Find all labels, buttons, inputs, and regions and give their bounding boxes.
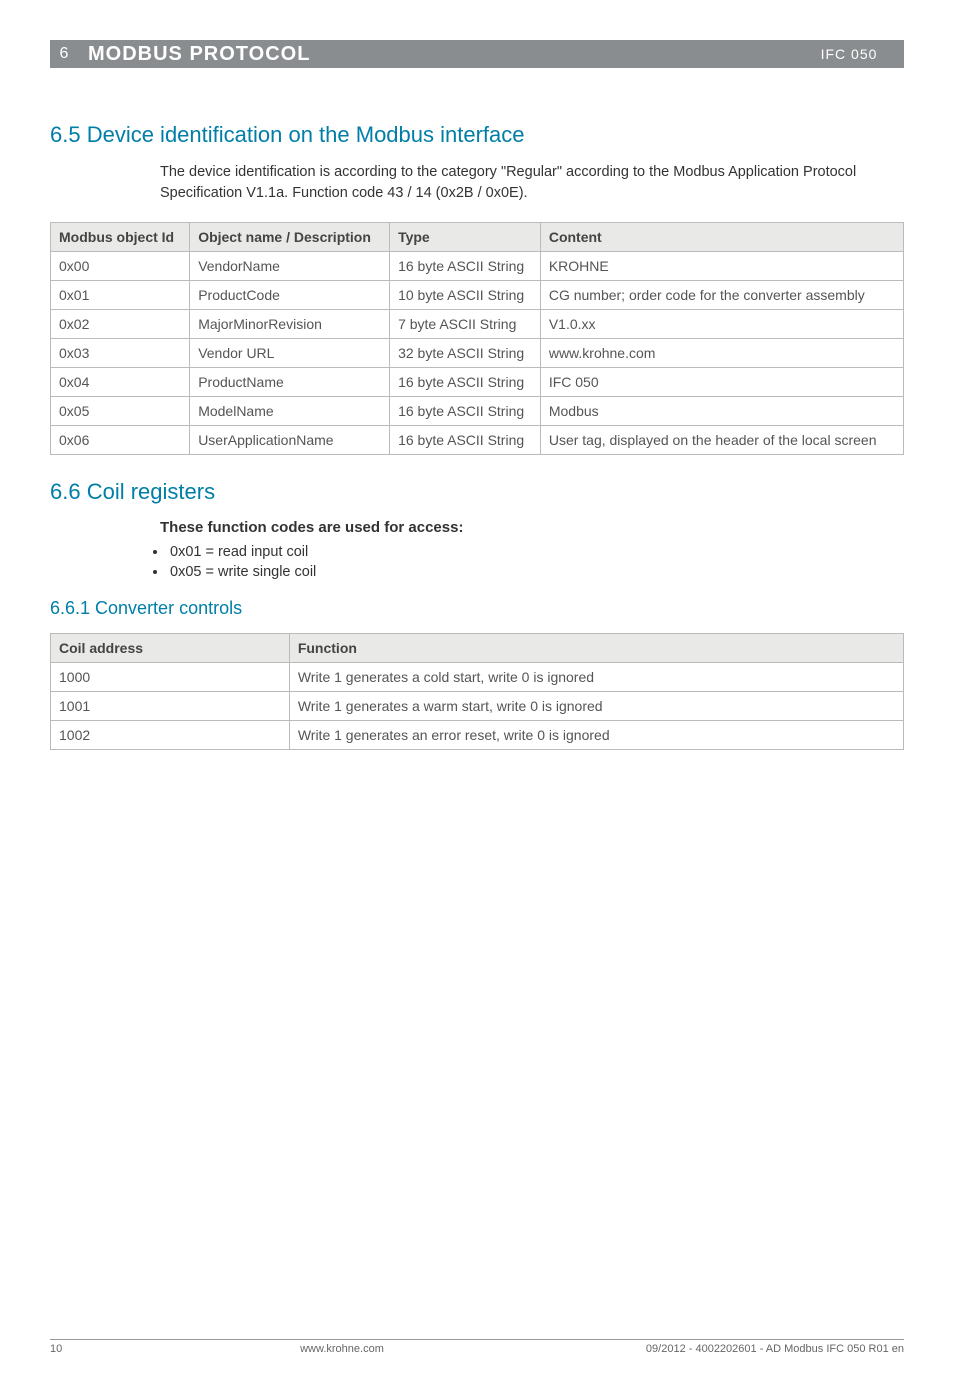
table-row: 0x01 ProductCode 10 byte ASCII String CG… — [51, 281, 904, 310]
col-modbus-id: Modbus object Id — [51, 223, 190, 252]
table-row: 0x04 ProductName 16 byte ASCII String IF… — [51, 368, 904, 397]
cell: 16 byte ASCII String — [390, 252, 541, 281]
table-row: 1000 Write 1 generates a cold start, wri… — [51, 663, 904, 692]
cell: MajorMinorRevision — [190, 310, 390, 339]
table-row: 0x06 UserApplicationName 16 byte ASCII S… — [51, 426, 904, 455]
col-content: Content — [540, 223, 903, 252]
cell: ProductCode — [190, 281, 390, 310]
cell: 10 byte ASCII String — [390, 281, 541, 310]
cell: 16 byte ASCII String — [390, 397, 541, 426]
section-6-5-heading: 6.5 Device identification on the Modbus … — [50, 122, 904, 148]
cell: IFC 050 — [540, 368, 903, 397]
table-row: 0x00 VendorName 16 byte ASCII String KRO… — [51, 252, 904, 281]
cell: ModelName — [190, 397, 390, 426]
col-coil-address: Coil address — [51, 634, 290, 663]
cell: 0x05 — [51, 397, 190, 426]
cell: CG number; order code for the converter … — [540, 281, 903, 310]
table-header-row: Modbus object Id Object name / Descripti… — [51, 223, 904, 252]
footer-docinfo: 09/2012 - 4002202601 - AD Modbus IFC 050… — [604, 1343, 904, 1355]
section-6-5-intro: The device identification is according t… — [160, 162, 904, 204]
cell: VendorName — [190, 252, 390, 281]
cell: KROHNE — [540, 252, 903, 281]
device-id-table: Modbus object Id Object name / Descripti… — [50, 222, 904, 455]
col-object-name: Object name / Description — [190, 223, 390, 252]
table-header-row: Coil address Function — [51, 634, 904, 663]
function-codes-subhead: These function codes are used for access… — [160, 519, 904, 536]
cell: Modbus — [540, 397, 903, 426]
cell: 16 byte ASCII String — [390, 368, 541, 397]
cell: 1001 — [51, 692, 290, 721]
chapter-number: 6 — [50, 40, 78, 68]
cell: Write 1 generates a warm start, write 0 … — [289, 692, 903, 721]
cell: 0x06 — [51, 426, 190, 455]
footer-url: www.krohne.com — [80, 1343, 604, 1355]
page-number: 10 — [50, 1343, 80, 1355]
cell: ProductName — [190, 368, 390, 397]
cell: 0x03 — [51, 339, 190, 368]
cell: Write 1 generates a cold start, write 0 … — [289, 663, 903, 692]
list-item: 0x01 = read input coil — [168, 544, 904, 560]
table-row: 0x02 MajorMinorRevision 7 byte ASCII Str… — [51, 310, 904, 339]
cell: 32 byte ASCII String — [390, 339, 541, 368]
section-6-6-1-heading: 6.6.1 Converter controls — [50, 598, 904, 619]
chapter-title: MODBUS PROTOCOL — [78, 40, 794, 68]
function-codes-list: 0x01 = read input coil 0x05 = write sing… — [168, 544, 904, 580]
cell: 16 byte ASCII String — [390, 426, 541, 455]
page-footer: 10 www.krohne.com 09/2012 - 4002202601 -… — [50, 1339, 904, 1355]
cell: 1002 — [51, 721, 290, 750]
cell: 7 byte ASCII String — [390, 310, 541, 339]
table-row: 0x05 ModelName 16 byte ASCII String Modb… — [51, 397, 904, 426]
cell: Vendor URL — [190, 339, 390, 368]
cell: 0x00 — [51, 252, 190, 281]
cell: User tag, displayed on the header of the… — [540, 426, 903, 455]
cell: www.krohne.com — [540, 339, 903, 368]
cell: 0x02 — [51, 310, 190, 339]
page-content: 6.5 Device identification on the Modbus … — [50, 122, 904, 750]
doc-code: IFC 050 — [794, 40, 904, 68]
section-6-6-heading: 6.6 Coil registers — [50, 479, 904, 505]
cell: 1000 — [51, 663, 290, 692]
cell: V1.0.xx — [540, 310, 903, 339]
converter-controls-table: Coil address Function 1000 Write 1 gener… — [50, 633, 904, 750]
list-item: 0x05 = write single coil — [168, 564, 904, 580]
cell: 0x01 — [51, 281, 190, 310]
header-bar: 6 MODBUS PROTOCOL IFC 050 — [50, 40, 904, 68]
col-function: Function — [289, 634, 903, 663]
table-row: 1001 Write 1 generates a warm start, wri… — [51, 692, 904, 721]
cell: UserApplicationName — [190, 426, 390, 455]
cell: 0x04 — [51, 368, 190, 397]
table-row: 1002 Write 1 generates an error reset, w… — [51, 721, 904, 750]
cell: Write 1 generates an error reset, write … — [289, 721, 903, 750]
table-row: 0x03 Vendor URL 32 byte ASCII String www… — [51, 339, 904, 368]
col-type: Type — [390, 223, 541, 252]
